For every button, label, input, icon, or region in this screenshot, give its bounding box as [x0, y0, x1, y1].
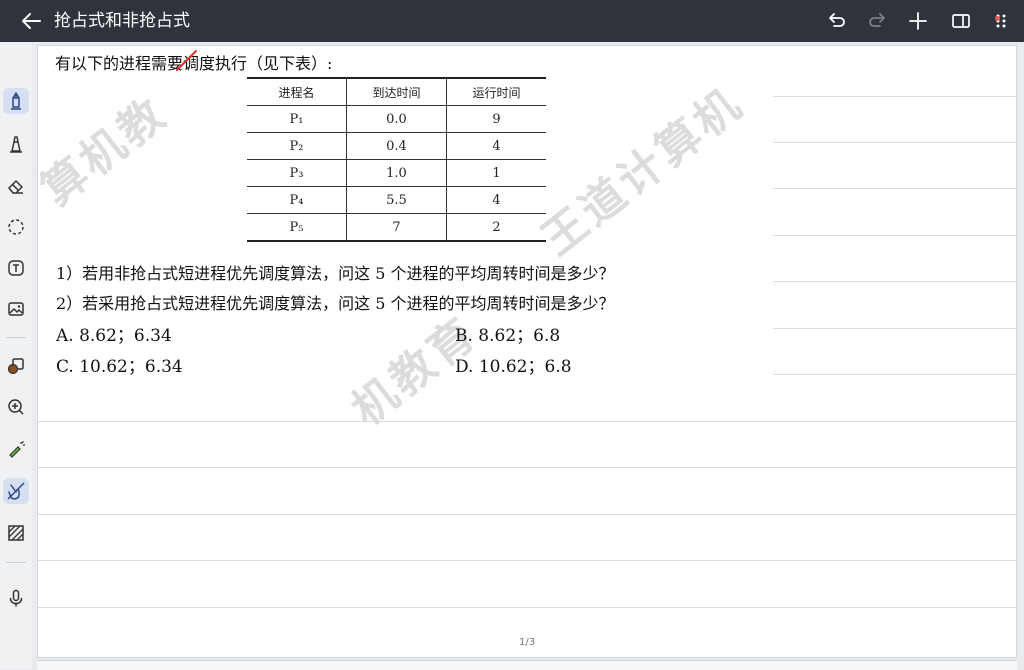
process-name-cell: P₅: [289, 219, 304, 235]
image-icon[interactable]: [3, 296, 29, 322]
lasso-icon[interactable]: [3, 214, 29, 240]
split-view-icon[interactable]: [950, 10, 972, 32]
run-time-cell: 9: [446, 105, 546, 133]
laser-pointer-icon[interactable]: [3, 436, 29, 462]
toolbar-divider: [6, 337, 26, 338]
add-icon[interactable]: [907, 10, 929, 32]
column-header: 运行时间: [446, 78, 546, 106]
zoom-icon[interactable]: [3, 394, 29, 420]
ruled-line: [38, 560, 1016, 561]
process-name-cell: P₃: [289, 165, 304, 181]
arrival-time-cell: 1.0: [346, 159, 447, 187]
shapes-icon[interactable]: [3, 353, 29, 379]
table-row: P₃ 1.0 1: [247, 159, 546, 187]
note-page[interactable]: 算机教 王道计算机 机教育 有以下的进程需要调度执行（见下表）: 进程名 到达时…: [37, 45, 1017, 658]
microphone-icon[interactable]: [3, 585, 29, 611]
run-time-cell: 1: [446, 159, 546, 187]
back-arrow-icon[interactable]: [18, 9, 46, 33]
ruled-line: [771, 96, 1016, 97]
column-header: 进程名: [278, 85, 315, 100]
page-indicator: 1/3: [519, 637, 536, 648]
tool-sidebar: [0, 42, 32, 669]
hand-draw-icon[interactable]: [3, 478, 29, 504]
column-header: 到达时间: [346, 78, 447, 106]
ruled-line: [771, 142, 1016, 143]
redo-icon[interactable]: [866, 10, 888, 32]
question-1: 1）若用非抢占式短进程优先调度算法，问这 5 个进程的平均周转时间是多少？: [56, 264, 615, 283]
ruled-line: [38, 607, 1016, 608]
option-b: B. 8.62；6.8: [455, 326, 561, 346]
table-row: P₅ 7 2: [247, 213, 546, 241]
ruled-line: [771, 328, 1016, 329]
table-row: P₁ 0.0 9: [247, 105, 546, 133]
document-title: 抢占式和非抢占式: [54, 11, 190, 31]
process-name-cell: P₁: [289, 111, 304, 127]
toolbar-divider: [6, 562, 26, 563]
more-icon[interactable]: [990, 10, 1012, 32]
run-time-cell: 4: [446, 186, 546, 214]
process-table: 进程名 到达时间 运行时间 P₁ 0.0 9 P₂ 0.4 4 P₃ 1.0 1…: [247, 77, 546, 242]
run-time-cell: 2: [446, 213, 546, 241]
red-strike-annotation: [176, 50, 197, 71]
pen-icon[interactable]: [3, 88, 29, 114]
arrival-time-cell: 0.0: [346, 105, 447, 133]
pattern-icon[interactable]: [3, 520, 29, 546]
table-row: P₄ 5.5 4: [247, 186, 546, 214]
process-name-cell: P₄: [289, 192, 304, 208]
notification-dot: [995, 16, 1000, 21]
arrival-time-cell: 0.4: [346, 132, 447, 160]
ruled-line: [771, 281, 1016, 282]
question-2: 2）若采用抢占式短进程优先调度算法，问这 5 个进程的平均周转时间是多少？: [56, 294, 615, 313]
table-row: P₂ 0.4 4: [247, 132, 546, 160]
process-name-cell: P₂: [289, 138, 304, 154]
undo-icon[interactable]: [826, 10, 848, 32]
ruled-line: [38, 421, 1016, 422]
run-time-cell: 4: [446, 132, 546, 160]
table-header-row: 进程名 到达时间 运行时间: [247, 78, 546, 106]
option-a: A. 8.62；6.34: [56, 326, 172, 346]
ruled-line: [771, 188, 1016, 189]
watermark: 算机教: [37, 87, 178, 216]
ruled-line: [38, 514, 1016, 515]
highlighter-icon[interactable]: [3, 131, 29, 157]
arrival-time-cell: 7: [346, 213, 447, 241]
app-header: 抢占式和非抢占式: [0, 0, 1024, 42]
text-icon[interactable]: [3, 255, 29, 281]
watermark: 王道计算机: [532, 77, 754, 266]
pasted-question-image[interactable]: 算机教 王道计算机 机教育 有以下的进程需要调度执行（见下表）: 进程名 到达时…: [37, 46, 773, 436]
eraser-icon[interactable]: [3, 173, 29, 199]
ruled-line: [38, 467, 1016, 468]
ruled-line: [771, 374, 1016, 375]
option-d: D. 10.62；6.8: [455, 357, 572, 377]
arrival-time-cell: 5.5: [346, 186, 447, 214]
option-c: C. 10.62；6.34: [56, 357, 183, 377]
ruled-line: [771, 235, 1016, 236]
